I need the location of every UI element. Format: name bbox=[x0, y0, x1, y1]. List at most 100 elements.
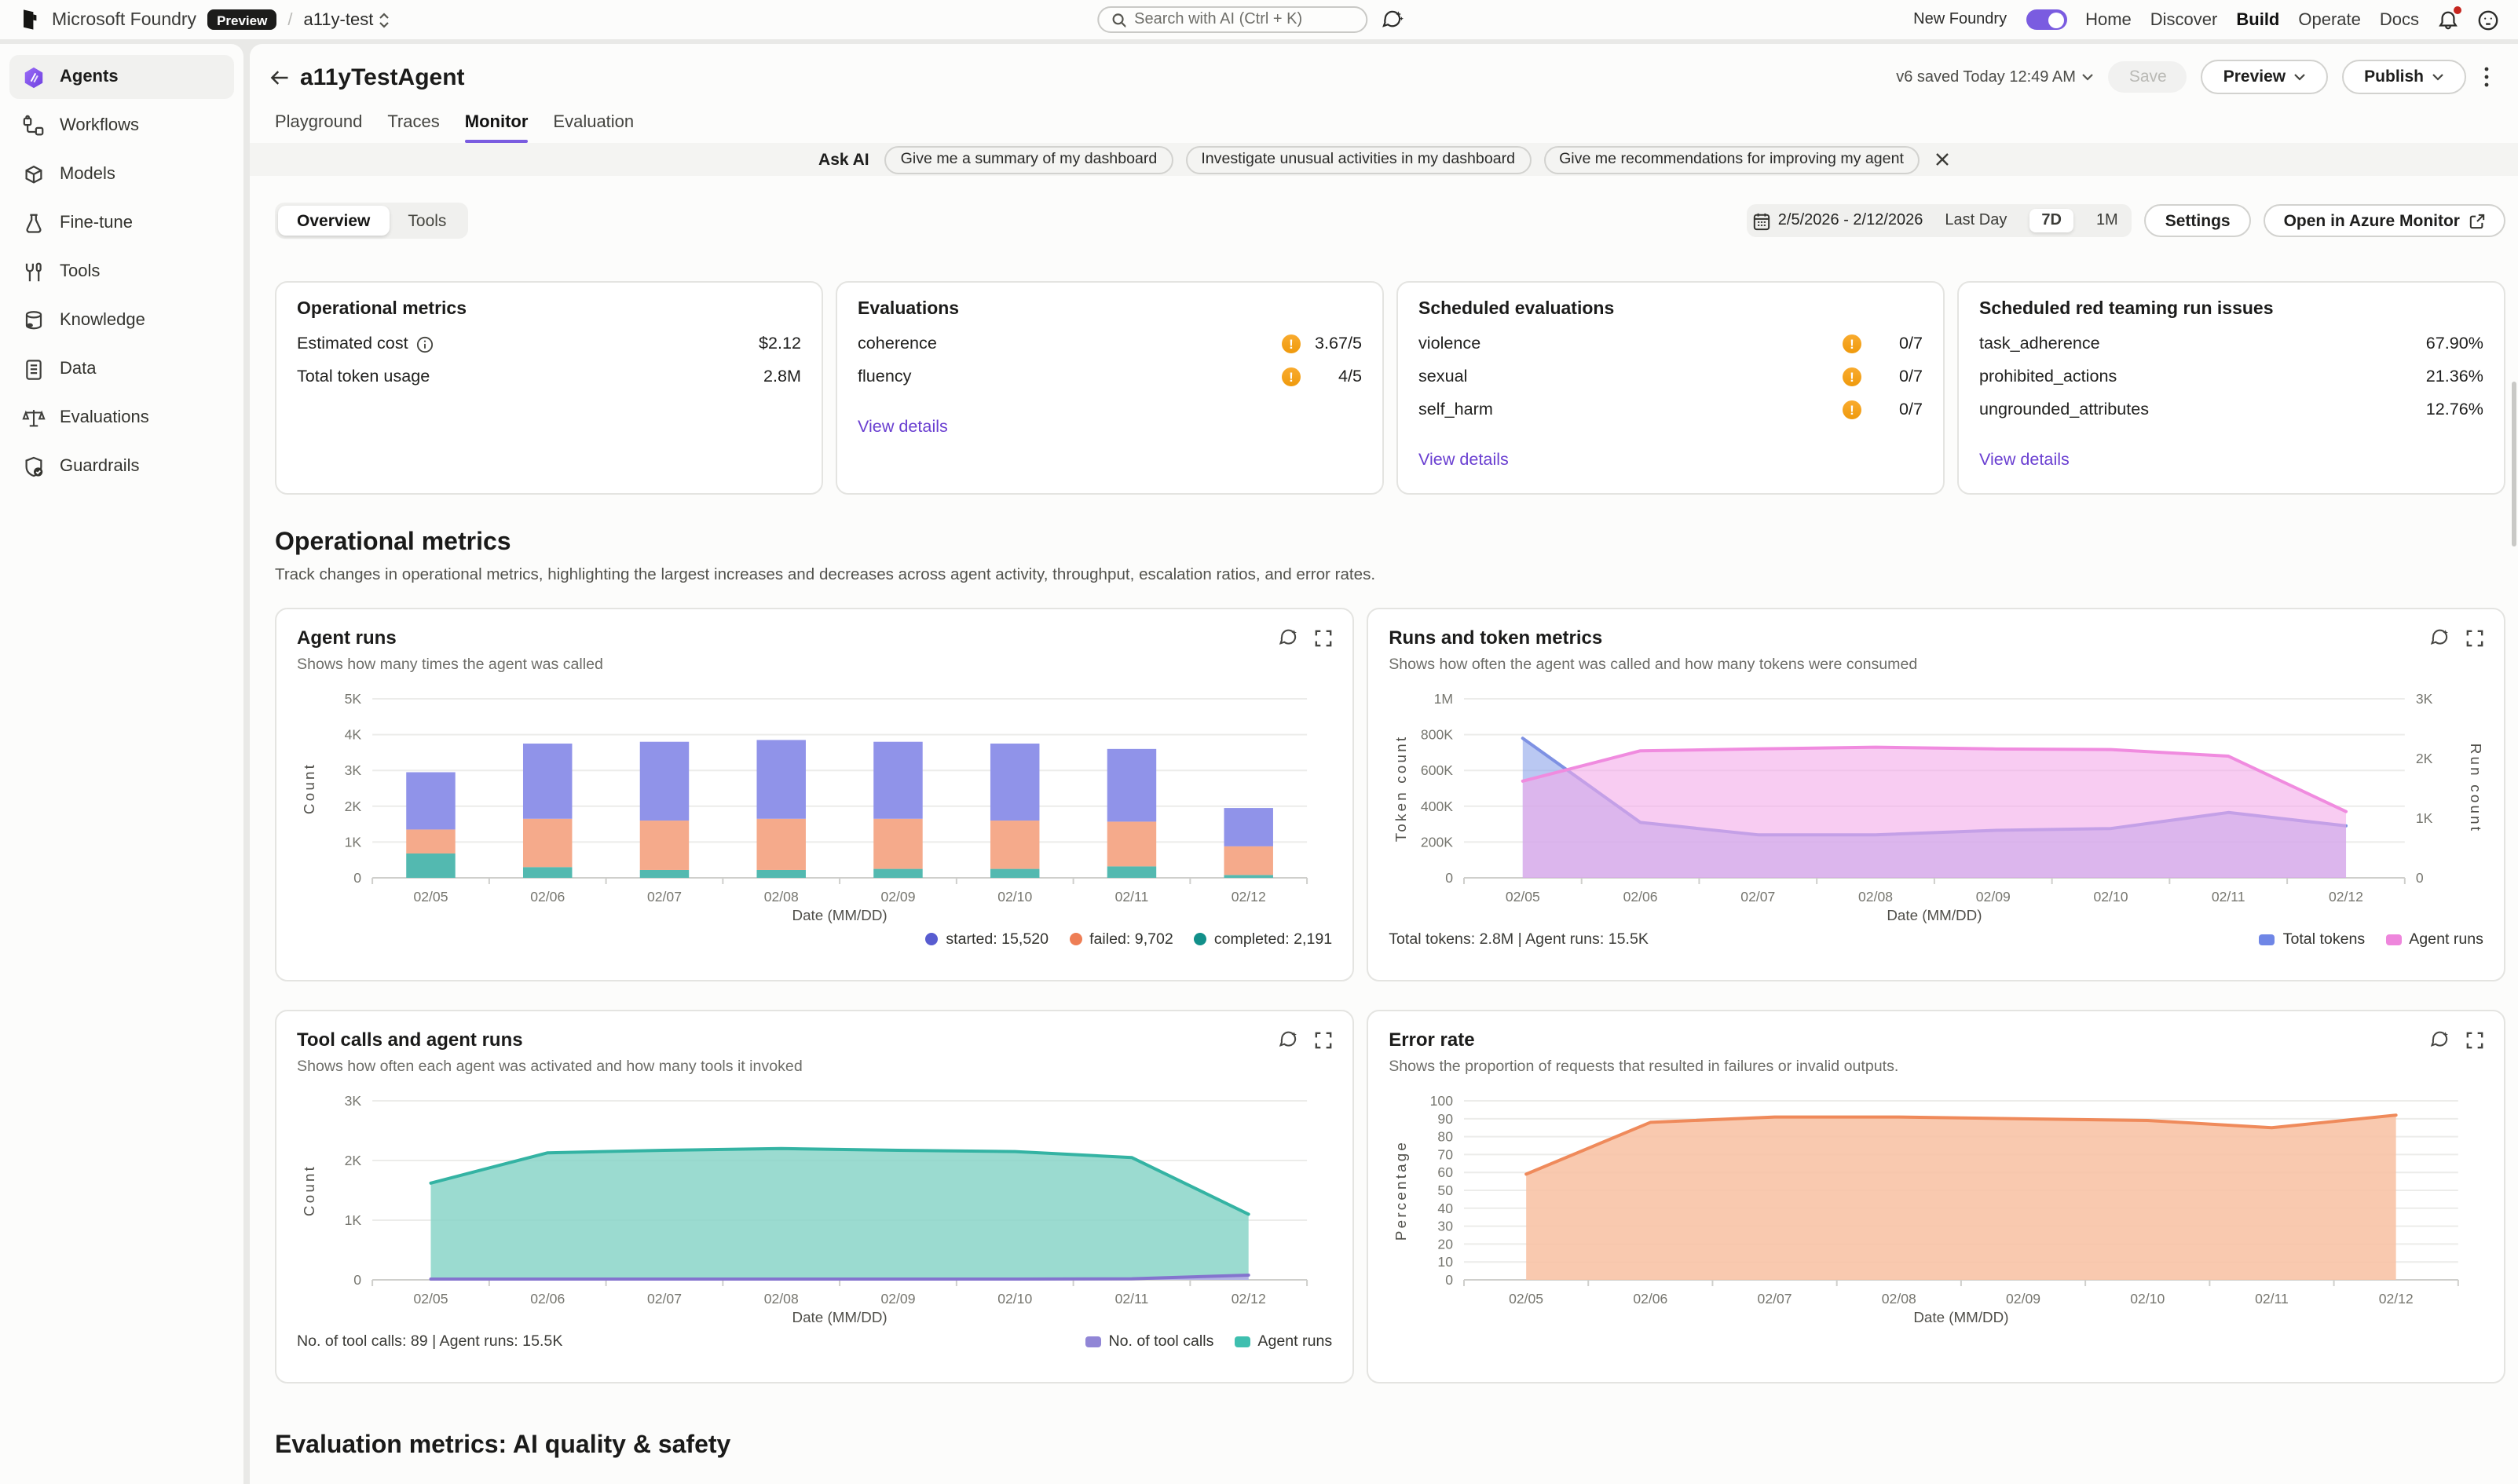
tab-monitor[interactable]: Monitor bbox=[465, 113, 529, 143]
copilot-chat-icon[interactable] bbox=[1381, 9, 1403, 30]
save-button[interactable]: Save bbox=[2109, 61, 2187, 93]
tab-traces[interactable]: Traces bbox=[387, 113, 439, 143]
tab-playground[interactable]: Playground bbox=[275, 113, 362, 143]
view-details-link[interactable]: View details bbox=[1979, 451, 2070, 470]
chart-title: Runs and token metrics bbox=[1389, 627, 1917, 649]
svg-text:Date (MM/DD): Date (MM/DD) bbox=[1914, 1309, 2009, 1325]
tab-evaluation[interactable]: Evaluation bbox=[553, 113, 634, 143]
sidebar-item-guardrails[interactable]: Guardrails bbox=[9, 444, 234, 488]
svg-text:02/07: 02/07 bbox=[1758, 1291, 1792, 1307]
nav-docs[interactable]: Docs bbox=[2380, 10, 2419, 29]
chart-expand-button[interactable] bbox=[1315, 1029, 1332, 1057]
metric-row: coherence !3.67/5 bbox=[858, 334, 1362, 353]
view-details-link[interactable]: View details bbox=[1418, 451, 1509, 470]
sidebar-item-fine-tune[interactable]: Fine-tune bbox=[9, 201, 234, 245]
legend-label: started: 15,520 bbox=[946, 930, 1049, 948]
svg-text:02/06: 02/06 bbox=[1623, 889, 1658, 905]
chart-ask-ai-button[interactable] bbox=[2430, 1029, 2450, 1057]
card-title: Operational metrics bbox=[297, 300, 801, 319]
scrollbar-thumb[interactable] bbox=[2511, 382, 2516, 546]
card-scheduled-evaluations: Scheduled evaluations violence !0/7 sexu… bbox=[1396, 281, 1945, 495]
tool-calls-chart[interactable]: 01K2K3K02/0502/0602/0702/0802/0902/1002/… bbox=[297, 1088, 1332, 1327]
view-details-link[interactable]: View details bbox=[858, 418, 948, 437]
range-7d[interactable]: 7D bbox=[2029, 209, 2074, 232]
warning-icon: ! bbox=[1843, 367, 1861, 386]
nav-operate[interactable]: Operate bbox=[2298, 10, 2361, 29]
sidebar-item-models[interactable]: Models bbox=[9, 152, 234, 196]
svg-text:02/11: 02/11 bbox=[1115, 889, 1149, 905]
agent-runs-chart[interactable]: 01K2K3K4K5K02/0502/0602/0702/0802/0902/1… bbox=[297, 686, 1332, 925]
svg-text:70: 70 bbox=[1438, 1146, 1454, 1162]
chart-legend: started: 15,520failed: 9,702completed: 2… bbox=[925, 930, 1332, 948]
nav-discover[interactable]: Discover bbox=[2150, 10, 2218, 29]
sidebar-label-knowledge: Knowledge bbox=[60, 311, 145, 330]
svg-text:02/07: 02/07 bbox=[647, 889, 682, 905]
chart-ask-ai-button[interactable] bbox=[1279, 1029, 1299, 1057]
ask-ai-close-button[interactable] bbox=[1935, 152, 1949, 166]
ask-ai-chip-summary[interactable]: Give me a summary of my dashboard bbox=[885, 145, 1173, 174]
search-input[interactable] bbox=[1134, 11, 1352, 28]
sidebar-item-data[interactable]: Data bbox=[9, 347, 234, 391]
nav-build[interactable]: Build bbox=[2236, 10, 2279, 29]
feedback-button[interactable] bbox=[2477, 9, 2499, 31]
sidebar-item-knowledge[interactable]: Knowledge bbox=[9, 298, 234, 342]
back-button[interactable] bbox=[269, 67, 291, 87]
svg-text:02/12: 02/12 bbox=[1232, 889, 1266, 905]
svg-text:02/08: 02/08 bbox=[764, 889, 799, 905]
info-icon[interactable] bbox=[416, 335, 434, 353]
new-foundry-toggle[interactable] bbox=[2026, 9, 2066, 30]
card-operational-metrics: Operational metrics Estimated cost $2.12… bbox=[275, 281, 823, 495]
open-azure-monitor-button[interactable]: Open in Azure Monitor bbox=[2264, 204, 2505, 237]
breadcrumb[interactable]: a11y-test bbox=[303, 10, 389, 29]
metric-row: Estimated cost $2.12 bbox=[297, 334, 801, 353]
nav-home[interactable]: Home bbox=[2085, 10, 2132, 29]
metric-label: coherence bbox=[858, 334, 937, 353]
svg-text:02/08: 02/08 bbox=[1882, 1291, 1916, 1307]
preview-button[interactable]: Preview bbox=[2201, 60, 2328, 94]
svg-text:3K: 3K bbox=[345, 1093, 362, 1109]
view-switcher: Overview Tools bbox=[275, 203, 468, 239]
charts-grid: Agent runs Shows how many times the agen… bbox=[275, 608, 2505, 1383]
view-overview[interactable]: Overview bbox=[278, 206, 389, 236]
date-range-picker[interactable]: 2/5/2026 - 2/12/2026 bbox=[1753, 211, 1923, 230]
knowledge-icon bbox=[22, 309, 46, 332]
search-box[interactable] bbox=[1096, 6, 1367, 33]
svg-text:2K: 2K bbox=[345, 1153, 362, 1168]
chevron-down-icon bbox=[2082, 72, 2095, 82]
version-selector[interactable]: v6 saved Today 12:49 AM bbox=[1896, 68, 2095, 86]
error-rate-chart[interactable]: 010203040506070809010002/0502/0602/0702/… bbox=[1389, 1088, 2483, 1327]
svg-text:2K: 2K bbox=[2416, 751, 2433, 766]
sidebar-item-evaluations[interactable]: Evaluations bbox=[9, 396, 234, 440]
range-last-day[interactable]: Last Day bbox=[1937, 209, 2015, 232]
range-1m[interactable]: 1M bbox=[2088, 209, 2126, 232]
ask-ai-chip-recommend[interactable]: Give me recommendations for improving my… bbox=[1543, 145, 1920, 174]
chart-ask-ai-button[interactable] bbox=[2430, 627, 2450, 655]
chart-expand-button[interactable] bbox=[1315, 627, 1332, 655]
svg-text:1K: 1K bbox=[2416, 810, 2433, 826]
chart-title: Agent runs bbox=[297, 627, 603, 649]
svg-text:02/11: 02/11 bbox=[2255, 1291, 2289, 1307]
runs-tokens-chart[interactable]: 0200K400K600K800K1M01K2K3K02/0502/0602/0… bbox=[1389, 686, 2483, 925]
chart-expand-button[interactable] bbox=[2466, 627, 2483, 655]
view-tools[interactable]: Tools bbox=[389, 206, 465, 236]
settings-button[interactable]: Settings bbox=[2145, 204, 2251, 237]
chart-title: Error rate bbox=[1389, 1029, 1898, 1051]
sidebar-item-workflows[interactable]: Workflows bbox=[9, 104, 234, 148]
chart-expand-button[interactable] bbox=[2466, 1029, 2483, 1057]
ask-ai-chip-investigate[interactable]: Investigate unusual activities in my das… bbox=[1185, 145, 1531, 174]
section-description: Track changes in operational metrics, hi… bbox=[275, 567, 2505, 584]
svg-text:0: 0 bbox=[353, 1272, 361, 1288]
metric-label: Total token usage bbox=[297, 367, 430, 386]
publish-button[interactable]: Publish bbox=[2342, 60, 2466, 94]
svg-text:02/08: 02/08 bbox=[764, 1291, 799, 1307]
chart-legend: Total tokensAgent runs bbox=[2260, 930, 2483, 948]
legend-item: Agent runs bbox=[1234, 1332, 1332, 1350]
notifications-button[interactable] bbox=[2438, 9, 2458, 31]
foundry-logo[interactable] bbox=[19, 8, 41, 31]
more-options-button[interactable] bbox=[2480, 66, 2493, 88]
evaluations-icon bbox=[22, 406, 46, 429]
metric-label: ungrounded_attributes bbox=[1979, 400, 2149, 419]
sidebar-item-tools[interactable]: Tools bbox=[9, 250, 234, 294]
sidebar-item-agents[interactable]: Agents bbox=[9, 55, 234, 99]
chart-ask-ai-button[interactable] bbox=[1279, 627, 1299, 655]
